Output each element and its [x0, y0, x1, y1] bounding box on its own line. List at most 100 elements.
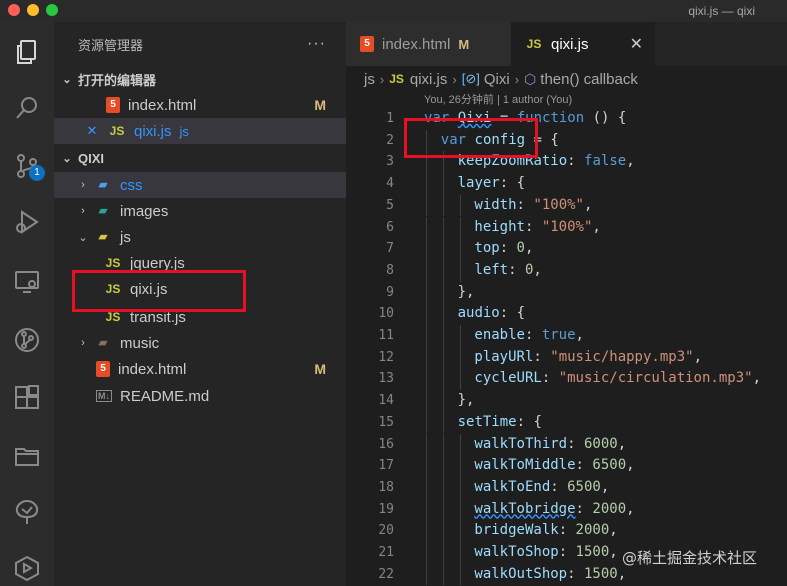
code-line[interactable]: 11 enable: true,: [346, 325, 787, 347]
indent-guide: [459, 542, 461, 564]
line-number: 10: [378, 306, 394, 322]
chevron-down-icon: ⌄: [62, 73, 72, 86]
breadcrumb-item[interactable]: Qixi: [484, 71, 510, 88]
code-line[interactable]: 14},: [346, 390, 787, 412]
indent-guide: [426, 259, 427, 282]
line-number: 12: [378, 349, 394, 365]
tree-icon[interactable]: [0, 488, 54, 536]
code-line[interactable]: 13 cycleURL: "music/circulation.mp3",: [346, 368, 787, 391]
code-token: () {: [584, 110, 627, 126]
folders-icon[interactable]: [0, 432, 54, 480]
open-editors-label: 打开的编辑器: [78, 72, 157, 88]
tree-item-images[interactable]: › ▰ images: [54, 198, 346, 224]
close-tab-icon[interactable]: ✕: [630, 34, 643, 54]
project-section[interactable]: ⌄ QIXI: [54, 145, 346, 171]
code-line[interactable]: 9},: [346, 281, 787, 304]
open-editor-folder: js: [179, 123, 189, 139]
code-token: :: [550, 478, 568, 495]
tab-label: qixi.js: [551, 35, 589, 53]
js-file-icon: JS: [389, 72, 404, 86]
code-token: 1500: [583, 565, 618, 582]
chevron-right-icon: ›: [81, 179, 85, 191]
chevron-right-icon: ›: [452, 71, 457, 87]
code-token: :: [541, 370, 559, 387]
code-token: 6500: [592, 457, 627, 474]
code-line[interactable]: 12 playURl: "music/happy.mp3",: [346, 346, 787, 369]
indent-guide: [459, 476, 461, 499]
code-line[interactable]: 20 bridgeWalk: 2000,: [346, 520, 787, 542]
js-file-icon: JS: [105, 256, 121, 270]
code-token: walkTobridge: [474, 500, 576, 517]
run-debug-icon[interactable]: [0, 198, 54, 246]
line-number: 9: [386, 284, 394, 300]
line-number: 18: [378, 479, 394, 495]
code-text: height: "100%",: [474, 217, 600, 239]
highlight-box: [404, 118, 538, 158]
code-line[interactable]: 19 walkTobridge: 2000,: [346, 498, 787, 521]
indent-guide: [442, 476, 444, 499]
chevron-right-icon: ›: [514, 71, 520, 87]
chevron-right-icon: ›: [81, 205, 85, 217]
project-label: QIXI: [78, 150, 105, 166]
code-line[interactable]: 6 height: "100%",: [346, 216, 787, 239]
tree-item-js[interactable]: ⌄ ▰ js: [54, 224, 346, 250]
code-line[interactable]: 7 top: 0,: [346, 238, 787, 260]
code-line[interactable]: 4 layer: {: [346, 173, 787, 195]
tree-item-label: README.md: [120, 387, 210, 405]
code-token: walkOutShop: [474, 565, 568, 582]
html5-file-icon: 5: [96, 361, 110, 377]
open-editor-item[interactable]: 5 index.html M: [54, 92, 346, 118]
code-token: ,: [609, 522, 618, 539]
code-text: width: "100%",: [474, 195, 592, 217]
code-line[interactable]: 5 width: "100%",: [346, 194, 787, 217]
code-token: :: [516, 196, 534, 213]
tree-item-readme[interactable]: M↓ README.md: [54, 383, 346, 409]
code-token: false: [584, 153, 627, 170]
code-token: :: [524, 218, 542, 235]
code-token: "music/circulation.mp3": [558, 370, 753, 387]
indent-guide: [426, 281, 427, 304]
tree-item-music[interactable]: › ▰ music: [54, 330, 346, 356]
code-line[interactable]: 8 left: 0,: [346, 259, 787, 282]
indent-guide: [442, 259, 444, 282]
open-editor-item-active[interactable]: ✕ JS qixi.js js: [54, 118, 346, 144]
code-line[interactable]: 17 walkToMiddle: 6500,: [346, 455, 787, 477]
extensions-icon[interactable]: [0, 374, 54, 422]
explorer-icon[interactable]: [0, 28, 54, 76]
activity-bar: 1: [0, 22, 54, 586]
code-text: },: [458, 390, 475, 412]
code-line[interactable]: 16 walkToThird: 6000,: [346, 433, 787, 456]
code-token: :: [558, 522, 576, 539]
close-editor-icon[interactable]: ✕: [84, 123, 100, 139]
tree-item-index[interactable]: 5 index.html M: [54, 356, 346, 382]
code-line[interactable]: 10 audio: {: [346, 303, 787, 325]
tab-index-html[interactable]: 5 index.html M: [346, 22, 511, 66]
source-control-icon[interactable]: 1: [0, 142, 54, 190]
code-line[interactable]: 15 setTime: {: [346, 411, 787, 434]
code-token: :: [533, 348, 551, 365]
codelens-blame[interactable]: You, 26分钟前 | 1 author (You): [424, 91, 572, 107]
breadcrumb-item[interactable]: qixi.js: [410, 71, 448, 88]
code-token: 6500: [567, 478, 601, 495]
code-token: ,: [626, 457, 635, 474]
code-text: cycleURL: "music/circulation.mp3",: [474, 368, 761, 390]
html5-file-icon: 5: [106, 97, 120, 113]
breadcrumb-item[interactable]: then() callback: [540, 71, 638, 88]
code-token: ,: [575, 327, 584, 343]
open-editors-section[interactable]: ⌄ 打开的编辑器: [54, 66, 346, 92]
tab-qixi-js[interactable]: JS qixi.js ✕: [511, 22, 655, 66]
search-icon[interactable]: [0, 84, 54, 132]
modified-badge: M: [314, 97, 326, 113]
code-line[interactable]: 18 walkToEnd: 6500,: [346, 476, 787, 499]
git-graph-icon[interactable]: [0, 316, 54, 364]
tree-item-label: music: [120, 334, 160, 352]
tree-item-css[interactable]: › ▰ css: [54, 172, 346, 198]
live-share-icon[interactable]: [0, 544, 54, 586]
breadcrumb-item[interactable]: js: [364, 71, 375, 88]
code-text: },: [458, 282, 475, 304]
remote-explorer-icon[interactable]: [0, 258, 54, 306]
code-editor[interactable]: 1 var Qixi = function () {2 var config = {…: [346, 108, 787, 586]
more-actions-icon[interactable]: ···: [307, 35, 326, 53]
indent-guide: [442, 303, 444, 325]
code-token: ,: [609, 544, 618, 560]
